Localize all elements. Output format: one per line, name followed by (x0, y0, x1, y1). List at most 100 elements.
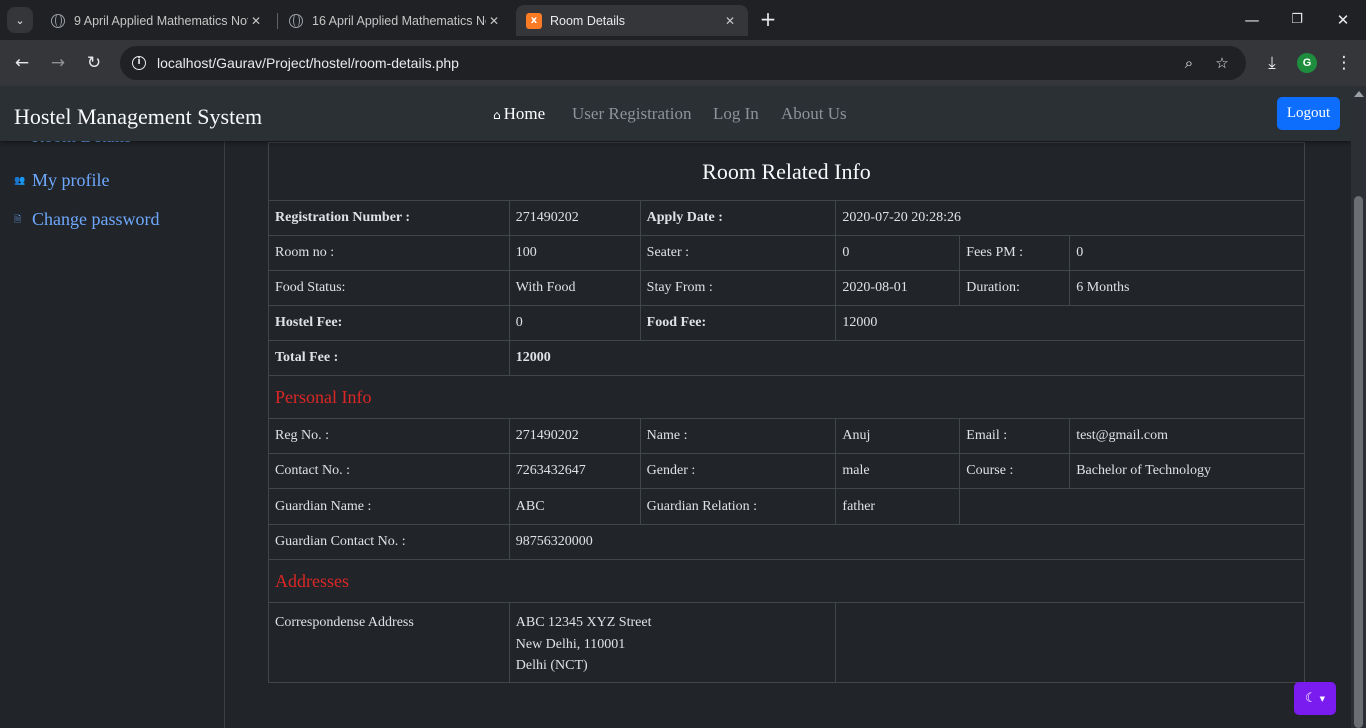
apply-date-value: 2020-07-20 20:28:26 (835, 200, 1305, 236)
download-icon[interactable]: ⤓ (1260, 51, 1284, 75)
top-navbar: Hostel Management System ⌂ Home User Regi… (0, 86, 1351, 141)
total-fee-label: Total Fee : (268, 340, 510, 376)
hostel-fee-label: Hostel Fee: (268, 305, 510, 341)
new-tab-button[interactable]: + (756, 8, 780, 32)
address-line: ABC 12345 XYZ Street (515, 615, 652, 630)
gender-value: male (835, 453, 961, 489)
back-icon[interactable]: ← (10, 51, 34, 75)
seater-label: Seater : (639, 235, 837, 271)
close-icon[interactable]: ✕ (722, 14, 738, 28)
seater-value: 0 (835, 235, 961, 271)
guardian-contact-label: Guardian Contact No. : (268, 524, 510, 560)
sidebar-item-label: Change password (32, 209, 160, 229)
sidebar-item-label: My profile (32, 170, 110, 190)
browser-toolbar: ← → ↻ i localhost/Gaurav/Project/hostel/… (0, 40, 1366, 86)
sidebar: ▤ Room Details 👥 My profile 🗎 Change pas… (0, 86, 225, 728)
fees-pm-label: Fees PM : (959, 235, 1071, 271)
addresses-heading: Addresses (268, 559, 1305, 603)
course-value: Bachelor of Technology (1069, 453, 1305, 489)
correspondence-label: Correspondense Address (268, 602, 510, 683)
guardian-relation-label: Guardian Relation : (639, 488, 837, 525)
home-icon: ⌂ (493, 108, 501, 122)
minimize-icon[interactable]: — (1240, 8, 1264, 32)
email-label: Email : (959, 418, 1071, 454)
guardian-name-value: ABC (508, 488, 641, 525)
address-bar[interactable]: i localhost/Gaurav/Project/hostel/room-d… (120, 46, 1246, 80)
reload-icon[interactable]: ↻ (82, 51, 106, 75)
browser-tab-active[interactable]: x Room Details ✕ (516, 5, 748, 36)
tab-title: 16 April Applied Mathematics Notes (312, 13, 486, 28)
food-status-value: With Food (508, 270, 641, 306)
course-label: Course : (959, 453, 1071, 489)
stay-from-value: 2020-08-01 (835, 270, 961, 306)
total-fee-value: 12000 (508, 340, 1306, 376)
room-info-heading: Room Related Info (268, 142, 1305, 201)
contact-value: 7263432647 (508, 453, 641, 489)
reg-no-value: 271490202 (508, 418, 641, 454)
hostel-fee-value: 0 (508, 305, 641, 341)
bookmark-star-icon[interactable]: ☆ (1210, 51, 1234, 75)
tab-title: Room Details (550, 13, 626, 28)
food-status-label: Food Status: (268, 270, 510, 306)
empty-cell (959, 488, 1305, 525)
page-scrollbar[interactable] (1351, 86, 1366, 728)
guardian-name-label: Guardian Name : (268, 488, 510, 525)
name-value: Anuj (835, 418, 961, 454)
gender-label: Gender : (639, 453, 837, 489)
scroll-up-arrow[interactable] (1354, 91, 1364, 97)
close-icon[interactable]: ✕ (248, 14, 264, 28)
empty-cell (835, 602, 1305, 683)
nav-link-about-us[interactable]: About Us (781, 104, 847, 124)
nav-link-label: Home (503, 104, 546, 123)
moon-icon: ☾ (1304, 691, 1317, 706)
duration-value: 6 Months (1069, 270, 1305, 306)
document-icon: 🗎 (14, 214, 22, 225)
personal-info-heading: Personal Info (268, 375, 1305, 419)
apply-date-label: Apply Date : (639, 200, 837, 236)
brand-title[interactable]: Hostel Management System (14, 104, 262, 130)
food-fee-value: 12000 (835, 305, 1305, 341)
room-no-label: Room no : (268, 235, 510, 271)
forward-icon[interactable]: → (46, 51, 70, 75)
tab-title: 9 April Applied Mathematics Notes (74, 13, 248, 28)
nav-link-user-registration[interactable]: User Registration (572, 104, 691, 124)
profile-avatar[interactable]: G (1297, 53, 1317, 73)
food-fee-label: Food Fee: (639, 305, 837, 341)
nav-link-home[interactable]: ⌂ Home (493, 104, 545, 124)
tab-search-button[interactable]: ⌄ (7, 7, 33, 33)
xampp-icon: x (526, 12, 542, 29)
duration-label: Duration: (959, 270, 1071, 306)
correspondence-address: ABC 12345 XYZ Street New Delhi, 110001 D… (508, 602, 837, 683)
address-line: New Delhi, 110001 (515, 636, 626, 652)
globe-icon (50, 13, 66, 29)
stay-from-label: Stay From : (639, 270, 837, 306)
reg-no-label: Reg No. : (268, 418, 510, 454)
name-label: Name : (639, 418, 837, 454)
logout-button[interactable]: Logout (1277, 97, 1340, 130)
registration-value: 271490202 (508, 200, 641, 236)
more-menu-icon[interactable]: ⋮ (1332, 51, 1356, 75)
restore-icon[interactable]: ❐ (1285, 8, 1309, 32)
browser-tab[interactable]: 9 April Applied Mathematics Notes ✕ (40, 5, 274, 36)
browser-tab[interactable]: 16 April Applied Mathematics Notes ✕ (278, 5, 512, 36)
fees-pm-value: 0 (1069, 235, 1305, 271)
guardian-contact-value: 98756320000 (508, 524, 1306, 560)
scroll-thumb[interactable] (1354, 196, 1363, 728)
sidebar-item-my-profile[interactable]: 👥 My profile (14, 170, 109, 191)
nav-link-log-in[interactable]: Log In (713, 104, 759, 124)
room-no-value: 100 (508, 235, 641, 271)
users-icon: 👥 (14, 175, 26, 186)
zoom-icon[interactable]: ⌕ (1177, 51, 1201, 75)
window-close-icon[interactable]: ✕ (1331, 8, 1355, 32)
url-text[interactable]: localhost/Gaurav/Project/hostel/room-det… (157, 55, 459, 71)
contact-label: Contact No. : (268, 453, 510, 489)
page-viewport: ▤ Room Details 👥 My profile 🗎 Change pas… (0, 86, 1366, 728)
close-icon[interactable]: ✕ (486, 14, 502, 28)
browser-tab-strip: ⌄ 9 April Applied Mathematics Notes ✕ 16… (0, 0, 1366, 40)
site-info-icon[interactable]: i (128, 52, 150, 74)
room-details-table: Room Related Info Registration Number : … (268, 142, 1306, 683)
globe-icon (288, 13, 304, 29)
sidebar-item-change-password[interactable]: 🗎 Change password (14, 209, 159, 230)
address-line: Delhi (NCT) (515, 658, 588, 673)
theme-toggle-button[interactable]: ☾ ▼ (1294, 682, 1336, 715)
